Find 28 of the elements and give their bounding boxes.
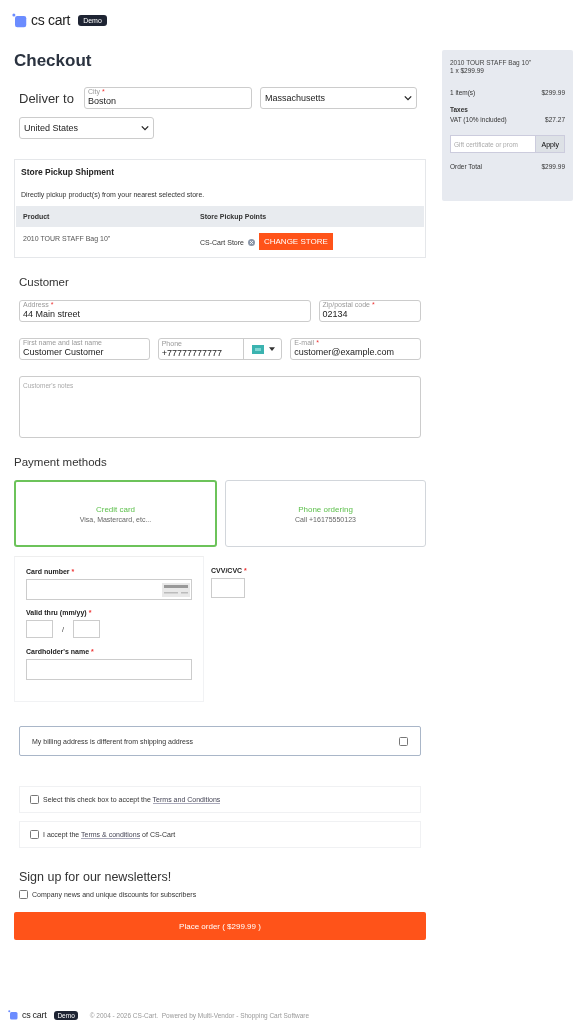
remove-icon[interactable] <box>247 239 255 246</box>
cardholder-field[interactable] <box>26 659 192 680</box>
newsletter-title: Sign up for our newsletters! <box>19 870 173 884</box>
method-name: Phone ordering <box>298 504 353 514</box>
logo-icon <box>12 12 27 28</box>
chevron-icon[interactable] <box>141 125 149 131</box>
country-select[interactable]: United States <box>19 117 154 139</box>
credit-card-icon <box>162 582 190 597</box>
chevron-icon[interactable] <box>403 95 412 101</box>
logo-text: cs cart <box>22 1010 47 1020</box>
caret-icon[interactable] <box>269 347 276 351</box>
checkbox[interactable] <box>30 795 39 804</box>
year-field[interactable] <box>72 620 100 638</box>
checkbox[interactable] <box>19 890 28 899</box>
checkbox[interactable] <box>399 736 408 746</box>
page-title: Checkout <box>14 51 93 71</box>
card-number-field[interactable] <box>26 579 192 600</box>
method-name: Credit card <box>95 504 136 514</box>
section-title: Customer <box>19 276 70 288</box>
pickup-title: Store Pickup Shipment <box>20 166 116 177</box>
logo-icon <box>8 1010 18 1020</box>
checkbox[interactable] <box>30 830 39 839</box>
month-field[interactable] <box>26 620 53 638</box>
cvv-field[interactable] <box>211 578 245 598</box>
logo-text: cs cart <box>31 12 71 28</box>
section-title: Payment methods <box>14 456 108 468</box>
deliver-label: Deliver to <box>19 90 74 106</box>
state-select[interactable]: Massachusetts <box>259 87 417 109</box>
